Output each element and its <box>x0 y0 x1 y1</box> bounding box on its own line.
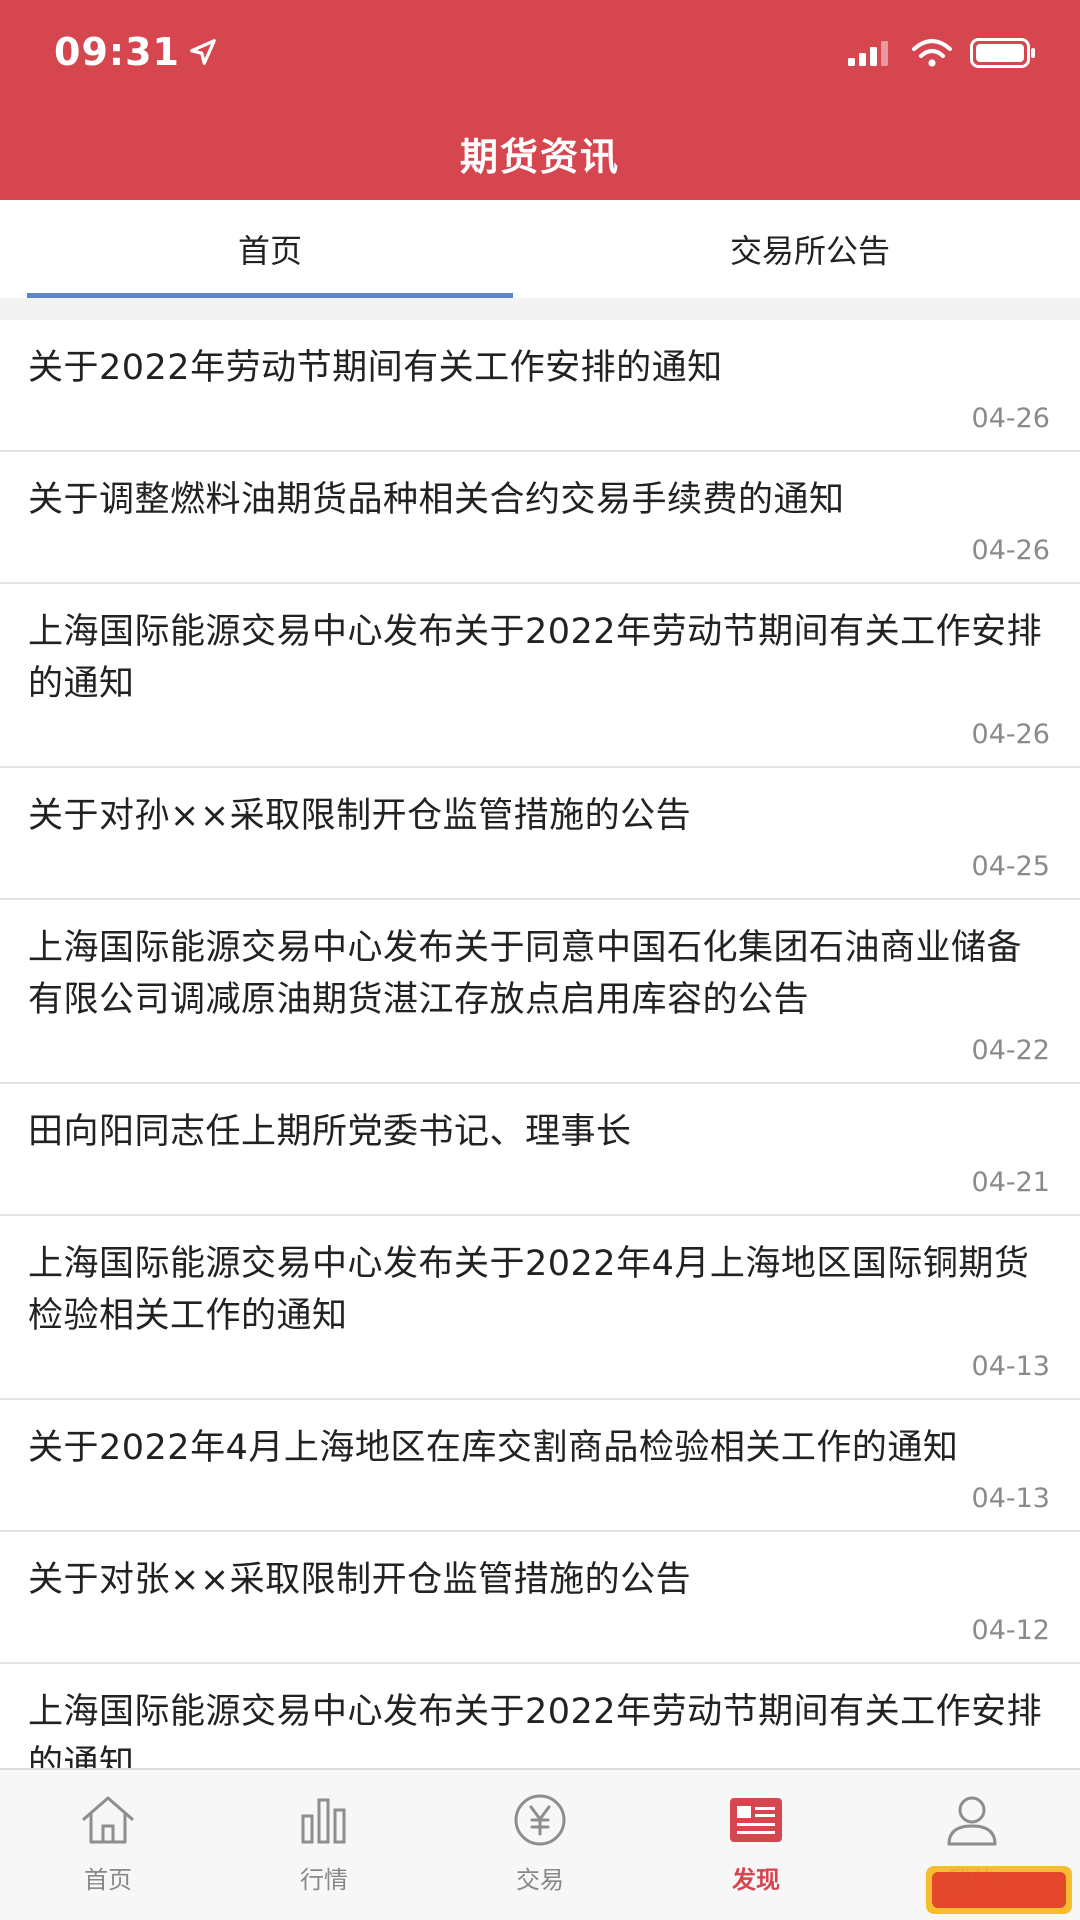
wifi-icon <box>912 39 952 67</box>
yen-coin-icon <box>514 1794 566 1846</box>
tabbar-label: 首页 <box>84 1866 132 1894</box>
tab-exchange-notices[interactable]: 交易所公告 <box>540 200 1080 298</box>
tabbar-discover[interactable]: 发现 <box>648 1770 864 1920</box>
divider <box>0 298 1080 320</box>
news-item[interactable]: 上海国际能源交易中心发布关于2022年4月上海地区国际铜期货检验相关工作的通知 … <box>0 1216 1080 1400</box>
location-arrow-icon <box>190 39 216 65</box>
tab-home[interactable]: 首页 <box>0 200 540 298</box>
news-item[interactable]: 关于对孙××采取限制开仓监管措施的公告 04-25 <box>0 768 1080 900</box>
news-item[interactable]: 关于调整燃料油期货品种相关合约交易手续费的通知 04-26 <box>0 452 1080 584</box>
news-item[interactable]: 关于2022年劳动节期间有关工作安排的通知 04-26 <box>0 320 1080 452</box>
news-item[interactable]: 上海国际能源交易中心发布关于同意中国石化集团石油商业储备有限公司调减原油期货湛江… <box>0 900 1080 1084</box>
news-date: 04-13 <box>971 1351 1050 1382</box>
news-date: 04-13 <box>971 1483 1050 1514</box>
news-item[interactable]: 上海国际能源交易中心发布关于2022年劳动节期间有关工作安排的通知 04-11 <box>0 1664 1080 1768</box>
tabbar-home[interactable]: 首页 <box>0 1770 216 1920</box>
news-date: 04-21 <box>971 1167 1050 1198</box>
news-item[interactable]: 田向阳同志任上期所党委书记、理事长 04-21 <box>0 1084 1080 1216</box>
news-title: 关于对孙××采取限制开仓监管措施的公告 <box>28 796 692 836</box>
news-item[interactable]: 关于对张××采取限制开仓监管措施的公告 04-12 <box>0 1532 1080 1664</box>
news-title: 关于调整燃料油期货品种相关合约交易手续费的通知 <box>28 480 845 520</box>
tabbar-label: 发现 <box>732 1866 780 1894</box>
news-date: 04-25 <box>971 851 1050 882</box>
status-bar: 09:31 <box>0 0 1080 100</box>
news-date: 04-26 <box>971 403 1050 434</box>
news-item[interactable]: 上海国际能源交易中心发布关于2022年劳动节期间有关工作安排的通知 04-26 <box>0 584 1080 768</box>
app-header: 09:31 期货资讯 <box>0 0 1080 200</box>
tab-strip: 首页 交易所公告 <box>0 200 1080 298</box>
news-date: 04-12 <box>971 1615 1050 1646</box>
status-time: 09:31 <box>54 30 218 74</box>
news-icon <box>730 1798 782 1842</box>
news-title: 上海国际能源交易中心发布关于2022年劳动节期间有关工作安排的通知 <box>28 612 1043 704</box>
news-title: 上海国际能源交易中心发布关于同意中国石化集团石油商业储备有限公司调减原油期货湛江… <box>28 928 1023 1020</box>
tabbar-trade[interactable]: 交易 <box>432 1770 648 1920</box>
bar-chart-icon <box>301 1798 346 1844</box>
news-title: 上海国际能源交易中心发布关于2022年劳动节期间有关工作安排的通知 <box>28 1692 1043 1768</box>
home-icon <box>82 1796 134 1844</box>
news-date: 04-26 <box>971 719 1050 750</box>
user-icon <box>947 1796 997 1846</box>
news-title: 关于2022年4月上海地区在库交割商品检验相关工作的通知 <box>28 1428 959 1468</box>
status-icons <box>848 38 1036 68</box>
tabbar-label: 交易 <box>516 1866 564 1894</box>
news-title: 上海国际能源交易中心发布关于2022年4月上海地区国际铜期货检验相关工作的通知 <box>28 1244 1030 1336</box>
tabbar-market[interactable]: 行情 <box>216 1770 432 1920</box>
news-list[interactable]: 关于2022年劳动节期间有关工作安排的通知 04-26 关于调整燃料油期货品种相… <box>0 320 1080 1768</box>
news-title: 关于对张××采取限制开仓监管措施的公告 <box>28 1560 692 1600</box>
page-title: 期货资讯 <box>459 135 620 179</box>
news-date: 04-22 <box>971 1035 1050 1066</box>
watermark-logo <box>926 1866 1072 1914</box>
news-title: 田向阳同志任上期所党委书记、理事长 <box>28 1112 632 1152</box>
news-title: 关于2022年劳动节期间有关工作安排的通知 <box>28 348 723 388</box>
news-date: 04-26 <box>971 535 1050 566</box>
battery-icon <box>970 38 1035 68</box>
tabbar-label: 行情 <box>300 1866 348 1894</box>
news-item[interactable]: 关于2022年4月上海地区在库交割商品检验相关工作的通知 04-13 <box>0 1400 1080 1532</box>
cellular-signal-icon <box>848 41 888 66</box>
bottom-tab-bar: 首页 行情 交易 发现 我的 <box>0 1768 1080 1920</box>
